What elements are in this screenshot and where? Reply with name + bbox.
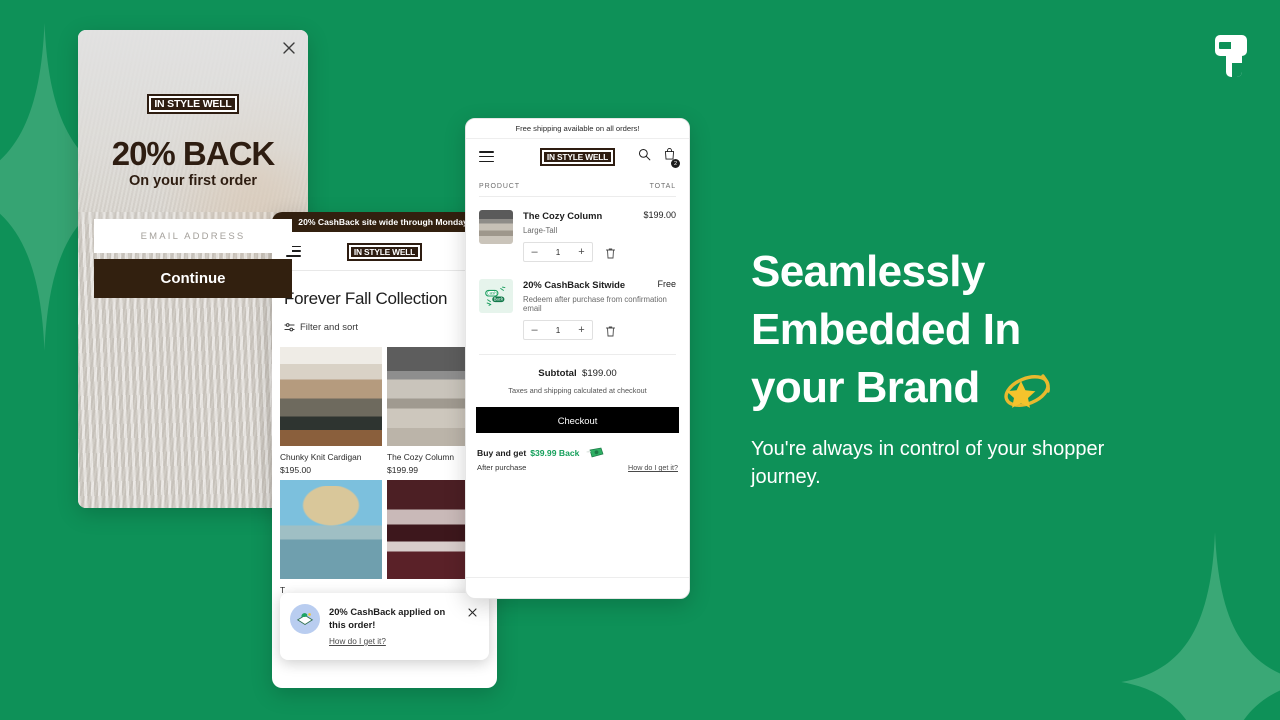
email-capture-form: Continue <box>94 219 292 298</box>
line-item-name: 20% CashBack Sitwide <box>523 279 626 290</box>
cart-line-item: The Cozy Column $199.00 Large-Tall – 1 + <box>466 197 689 262</box>
filter-and-sort-button[interactable]: Filter and sort <box>300 322 358 333</box>
column-header-product: PRODUCT <box>479 183 520 190</box>
modal-headline: 20% BACK <box>111 135 276 172</box>
collection-page-panel: 20% CashBack site wide through Monday! I… <box>272 212 497 688</box>
product-card[interactable]: Chunky Knit Cardigan $195.00 <box>280 347 382 475</box>
close-icon[interactable] <box>280 39 298 57</box>
line-item-price: $199.00 <box>643 210 676 220</box>
cashback-offer-line: Buy and get $39.99 Back <box>477 446 678 460</box>
product-name: Chunky Knit Cardigan <box>280 452 362 462</box>
search-icon[interactable] <box>638 148 651 166</box>
product-grid: Chunky Knit Cardigan $195.00 The Cozy Co… <box>272 333 497 608</box>
cashback-badge-icon[interactable]: Cash Back <box>479 279 513 313</box>
filter-sliders-icon[interactable] <box>284 322 295 333</box>
collection-header: IN STYLE WELL <box>272 232 497 270</box>
line-item-details: The Cozy Column $199.00 Large-Tall – 1 + <box>523 210 676 262</box>
cart-header: IN STYLE WELL 2 <box>466 138 689 174</box>
hamburger-menu-icon[interactable] <box>479 151 494 162</box>
shopping-cart-panel: Free shipping available on all orders! I… <box>465 118 690 599</box>
how-do-i-get-it-link[interactable]: How do I get it? <box>329 637 386 646</box>
line-item-top-row: 20% CashBack Sitwide Free <box>523 279 676 290</box>
line-item-description: Redeem after purchase from confirmation … <box>523 295 667 313</box>
marketing-copy: Seamlessly Embedded In your Brand You're… <box>751 243 1151 491</box>
sparkle-shape-right <box>1120 532 1280 720</box>
increase-quantity-button[interactable]: + <box>571 321 592 339</box>
cart-item-count-badge: 2 <box>671 159 680 168</box>
svg-text:Back: Back <box>494 297 504 302</box>
divider <box>466 577 689 578</box>
close-icon[interactable] <box>467 605 478 617</box>
subtotal-label: Subtotal <box>538 368 577 379</box>
quantity-value[interactable]: 1 <box>545 248 571 257</box>
line-item-price: Free <box>657 279 676 289</box>
subtotal-value: $199.00 <box>582 368 617 379</box>
quantity-box: – 1 + <box>523 242 593 262</box>
column-header-total: TOTAL <box>649 183 676 190</box>
tax-note: Taxes and shipping calculated at checkou… <box>508 386 647 395</box>
product-price: $195.00 <box>280 465 312 475</box>
subtotal-row: Subtotal $199.00 <box>466 355 689 379</box>
store-logo-text: IN STYLE WELL <box>147 94 239 114</box>
cashback-amount: $39.99 Back <box>530 448 580 458</box>
cashback-money-icon <box>290 604 320 634</box>
line-item-variant: Large-Tall <box>523 226 558 235</box>
quantity-stepper: – 1 + <box>523 320 676 340</box>
decrease-quantity-button[interactable]: – <box>524 243 545 261</box>
collection-store-logo: IN STYLE WELL <box>272 242 497 261</box>
how-do-i-get-it-link[interactable]: How do I get it? <box>628 463 678 472</box>
email-field[interactable] <box>94 219 292 253</box>
cart-header-actions: 2 <box>638 147 680 168</box>
headline-line-2: Embedded In <box>751 305 1021 354</box>
quantity-value[interactable]: 1 <box>545 326 571 335</box>
buy-and-get-label: Buy and get <box>477 448 527 458</box>
after-purchase-label: After purchase <box>477 463 527 472</box>
cart-line-item: Cash Back 20% CashBack Sitwide Free Rede… <box>466 262 689 340</box>
cashback-toast: 20% CashBack applied on this order! How … <box>280 593 489 660</box>
fidel-api-logo <box>1208 33 1254 79</box>
line-item-top-row: The Cozy Column $199.00 <box>523 210 676 221</box>
quantity-stepper: – 1 + <box>523 242 676 262</box>
page-title: Forever Fall Collection <box>284 289 448 308</box>
headline-line-1: Seamlessly <box>751 247 985 296</box>
toast-title: 20% CashBack applied on this order! <box>329 606 446 630</box>
dizzy-star-emoji <box>997 367 1053 408</box>
product-image <box>280 347 382 446</box>
store-logo-text: IN STYLE WELL <box>346 242 423 261</box>
collection-toolbar: Filter and sort 6 pr <box>272 309 497 333</box>
line-item-details: 20% CashBack Sitwide Free Redeem after p… <box>523 279 676 340</box>
product-thumbnail[interactable] <box>479 210 513 244</box>
free-shipping-banner: Free shipping available on all orders! <box>466 119 689 138</box>
headline-line-3: your Brand <box>751 363 980 412</box>
quantity-box: – 1 + <box>523 320 593 340</box>
money-with-wings-emoji <box>585 446 604 460</box>
product-image <box>280 480 382 579</box>
trash-icon[interactable] <box>605 246 616 259</box>
shopping-bag-icon[interactable]: 2 <box>663 147 680 168</box>
cart-column-headers: PRODUCT TOTAL <box>466 174 689 196</box>
checkout-button[interactable]: Checkout <box>476 407 679 433</box>
trash-icon[interactable] <box>605 324 616 337</box>
store-logo-text: IN STYLE WELL <box>539 148 616 166</box>
modal-subheadline: On your first order <box>128 173 258 189</box>
cashback-footer-row2: After purchase How do I get it? <box>477 463 678 472</box>
increase-quantity-button[interactable]: + <box>571 243 592 261</box>
modal-photo-overlay <box>78 30 308 235</box>
continue-button[interactable]: Continue <box>94 259 292 298</box>
promo-banner: 20% CashBack site wide through Monday! <box>272 212 497 232</box>
modal-store-logo: IN STYLE WELL <box>78 94 308 114</box>
cashback-footer: Buy and get $39.99 Back After purchase H… <box>466 433 689 472</box>
svg-text:Cash: Cash <box>487 291 498 296</box>
decrease-quantity-button[interactable]: – <box>524 321 545 339</box>
page-headline: Seamlessly Embedded In your Brand <box>751 243 1151 417</box>
product-card[interactable]: T $ <box>280 480 382 608</box>
toast-body: 20% CashBack applied on this order! How … <box>329 604 458 649</box>
page-subtext: You're always in control of your shopper… <box>751 438 1105 488</box>
line-item-name: The Cozy Column <box>523 210 603 221</box>
